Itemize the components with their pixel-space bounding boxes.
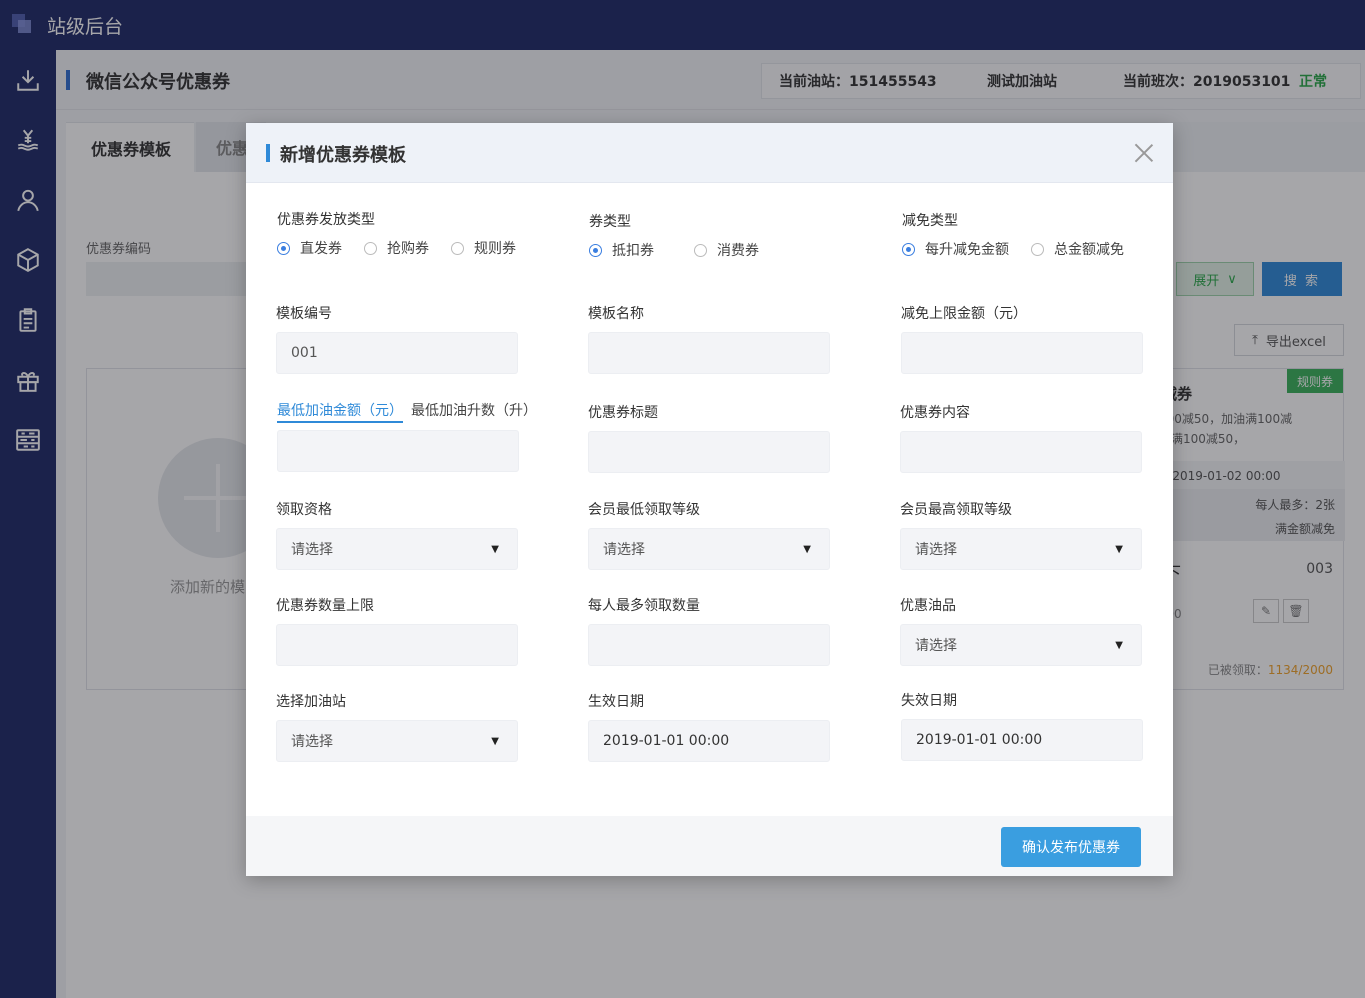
radio-consumption[interactable]: 消费券 (694, 240, 759, 260)
min-level-select[interactable]: 请选择 ▼ (588, 528, 830, 570)
per-person-input[interactable] (588, 624, 830, 666)
end-date-label: 失效日期 (901, 693, 957, 709)
coupon-content-field: 优惠券内容 (900, 403, 1142, 473)
template-no-label: 模板编号 (276, 306, 332, 322)
per-person-field: 每人最多领取数量 (588, 596, 830, 666)
oil-label: 优惠油品 (900, 598, 956, 614)
radio-per-liter[interactable]: 每升减免金额 (902, 239, 1009, 259)
qty-cap-label: 优惠券数量上限 (276, 598, 374, 614)
close-icon[interactable] (1134, 143, 1154, 163)
min-fuel-field: 最低加油金额（元） 最低加油升数（升） (277, 400, 537, 472)
reduce-type-label: 减免类型 (902, 213, 958, 229)
template-name-field: 模板名称 (588, 304, 830, 374)
coupon-content-input[interactable] (900, 431, 1142, 473)
reduce-type-field: 减免类型 每升减免金额 总金额减免 (902, 211, 1172, 259)
max-level-field: 会员最高领取等级 请选择 ▼ (900, 500, 1142, 570)
max-level-label: 会员最高领取等级 (900, 502, 1012, 518)
tab-min-amount[interactable]: 最低加油金额（元） (277, 400, 403, 423)
station-field: 选择加油站 请选择 ▼ (276, 692, 518, 762)
end-date-field: 失效日期 2019-01-01 00:00 (901, 691, 1143, 761)
coupon-type-field: 券类型 抵扣券 消费券 (589, 212, 869, 260)
caret-down-icon: ▼ (491, 735, 499, 747)
radio-flash-sale[interactable]: 抢购券 (364, 238, 429, 258)
modal-header: 新增优惠券模板 (246, 123, 1173, 183)
caret-down-icon: ▼ (491, 543, 499, 555)
max-level-select[interactable]: 请选择 ▼ (900, 528, 1142, 570)
end-date-input[interactable]: 2019-01-01 00:00 (901, 719, 1143, 761)
coupon-type-label: 券类型 (589, 214, 631, 230)
template-no-field: 模板编号 001 (276, 304, 518, 374)
eligibility-select[interactable]: 请选择 ▼ (276, 528, 518, 570)
modal-title: 新增优惠券模板 (280, 145, 406, 166)
qty-cap-field: 优惠券数量上限 (276, 596, 518, 666)
tab-min-liter[interactable]: 最低加油升数（升） (411, 400, 537, 420)
new-coupon-template-modal: 新增优惠券模板 优惠券发放类型 直发券 抢购券 规则券 券类型 抵扣券 消费券 … (246, 123, 1173, 876)
radio-direct-issue[interactable]: 直发券 (277, 238, 342, 258)
template-no-input[interactable]: 001 (276, 332, 518, 374)
min-fuel-input[interactable] (277, 430, 519, 472)
station-label: 选择加油站 (276, 694, 346, 710)
coupon-content-label: 优惠券内容 (900, 405, 970, 421)
station-select[interactable]: 请选择 ▼ (276, 720, 518, 762)
issue-type-field: 优惠券发放类型 直发券 抢购券 规则券 (277, 210, 557, 258)
confirm-publish-button[interactable]: 确认发布优惠券 (1001, 827, 1141, 867)
reduce-cap-label: 减免上限金额（元） (901, 306, 1027, 322)
oil-field: 优惠油品 请选择 ▼ (900, 596, 1142, 666)
radio-deduction[interactable]: 抵扣券 (589, 240, 654, 260)
modal-title-accent (266, 144, 270, 162)
eligibility-label: 领取资格 (276, 502, 332, 518)
min-level-label: 会员最低领取等级 (588, 502, 700, 518)
start-date-label: 生效日期 (588, 694, 644, 710)
qty-cap-input[interactable] (276, 624, 518, 666)
start-date-input[interactable]: 2019-01-01 00:00 (588, 720, 830, 762)
caret-down-icon: ▼ (803, 543, 811, 555)
min-level-field: 会员最低领取等级 请选择 ▼ (588, 500, 830, 570)
start-date-field: 生效日期 2019-01-01 00:00 (588, 692, 830, 762)
coupon-title-label: 优惠券标题 (588, 405, 658, 421)
min-fuel-switch: 最低加油金额（元） 最低加油升数（升） (277, 400, 537, 423)
template-name-label: 模板名称 (588, 306, 644, 322)
caret-down-icon: ▼ (1115, 543, 1123, 555)
caret-down-icon: ▼ (1115, 639, 1123, 651)
oil-select[interactable]: 请选择 ▼ (900, 624, 1142, 666)
per-person-label: 每人最多领取数量 (588, 598, 700, 614)
coupon-title-field: 优惠券标题 (588, 403, 830, 473)
reduce-cap-field: 减免上限金额（元） (901, 304, 1143, 374)
template-name-input[interactable] (588, 332, 830, 374)
radio-rule-coupon[interactable]: 规则券 (451, 238, 516, 258)
issue-type-label: 优惠券发放类型 (277, 212, 375, 228)
reduce-cap-input[interactable] (901, 332, 1143, 374)
radio-total-amount[interactable]: 总金额减免 (1031, 239, 1124, 259)
coupon-title-input[interactable] (588, 431, 830, 473)
eligibility-field: 领取资格 请选择 ▼ (276, 500, 518, 570)
